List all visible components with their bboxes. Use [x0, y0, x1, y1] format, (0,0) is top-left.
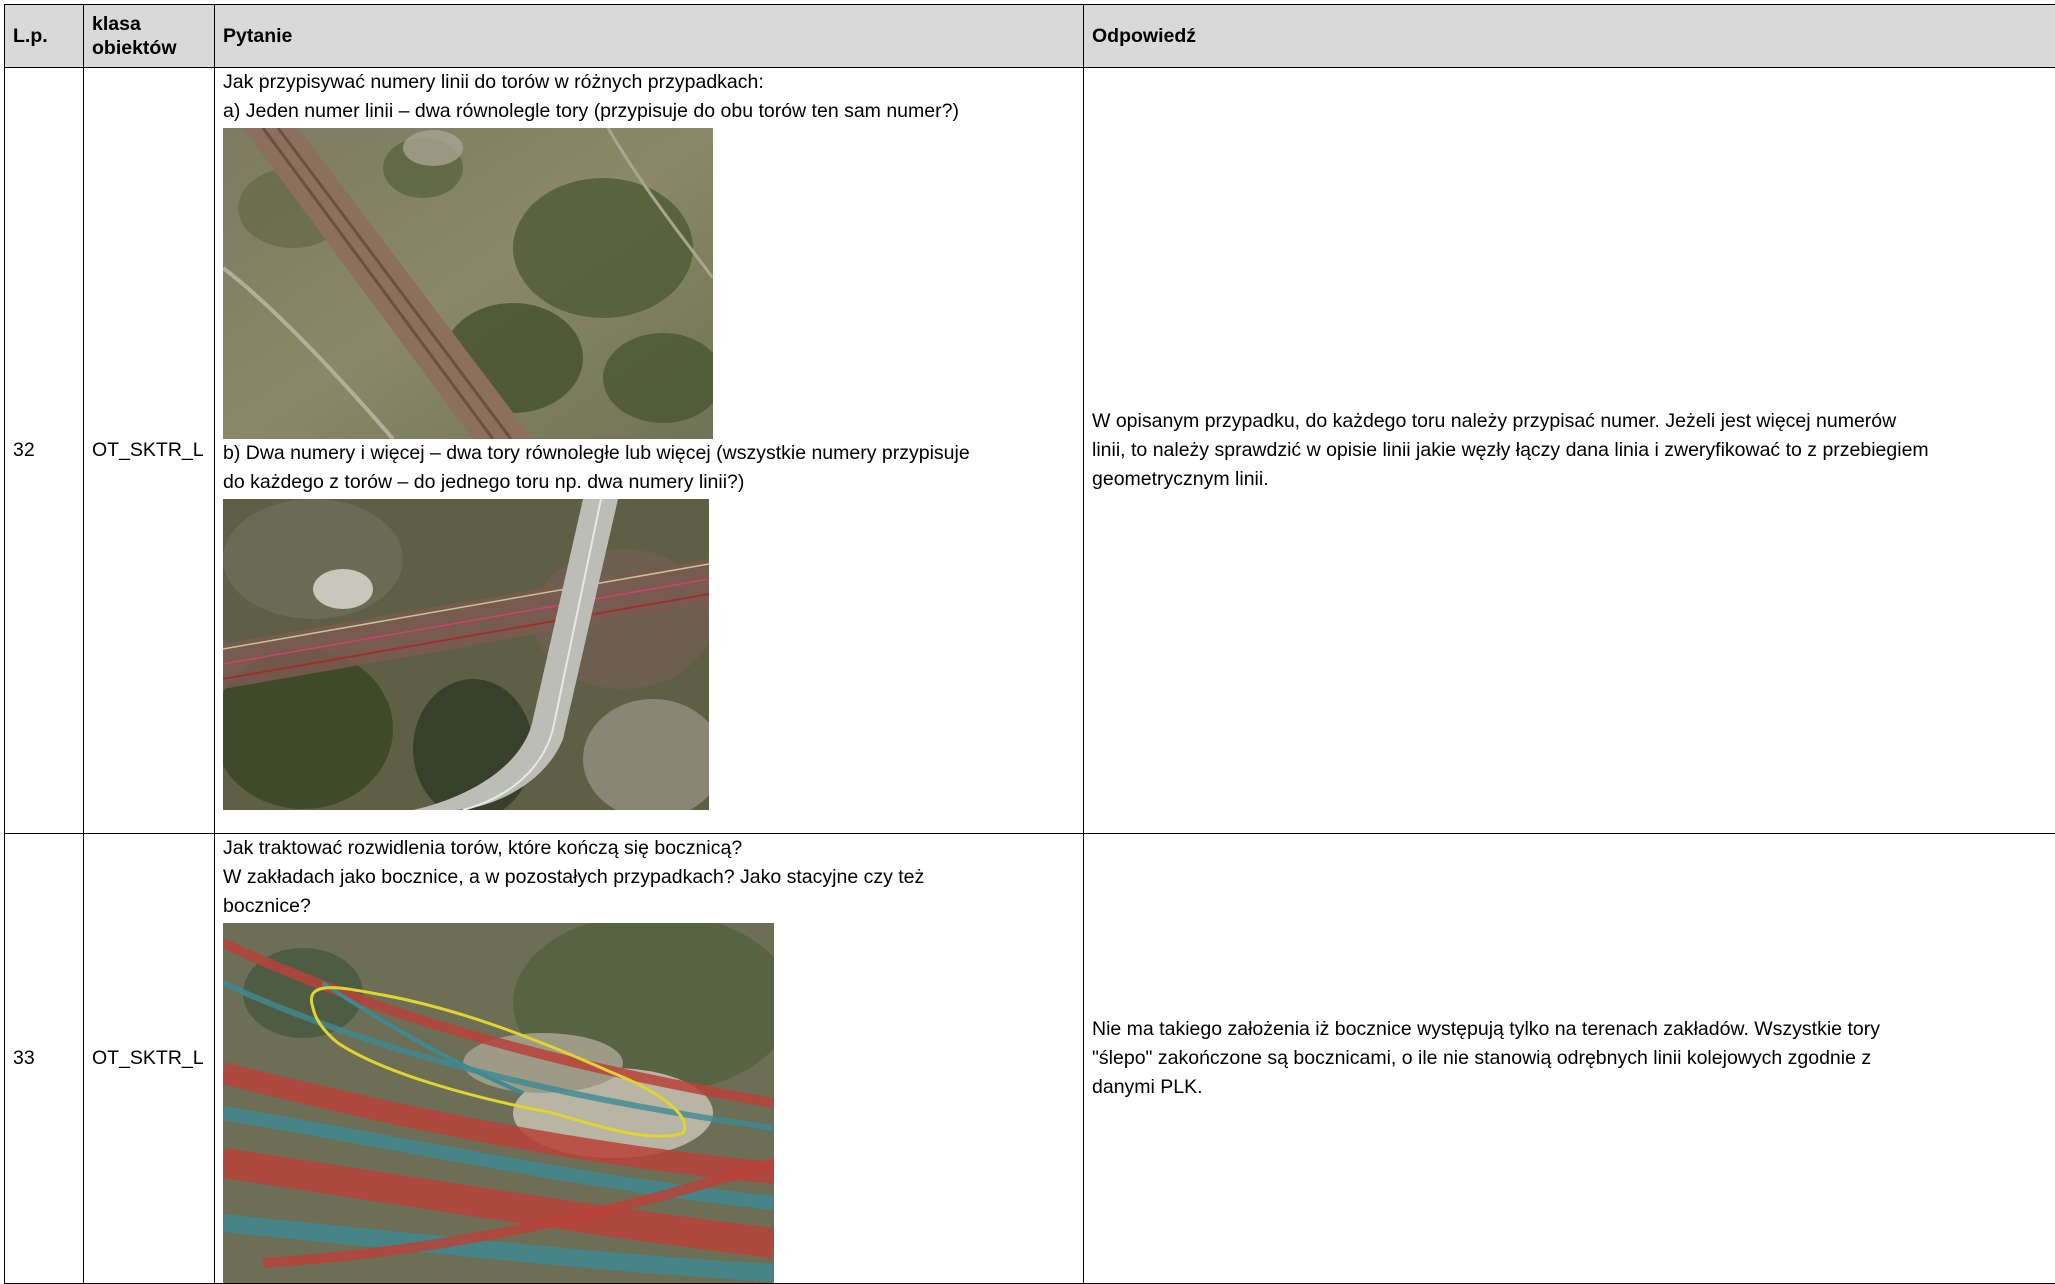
question-line: Jak traktować rozwidlenia torów, które k… — [223, 834, 1075, 863]
question-part-a: a) Jeden numer linii – dwa równolegle to… — [223, 97, 1075, 126]
header-klasa: klasa obiektów — [84, 5, 215, 68]
table-row: 32 OT_SKTR_L Jak przypisywać numery lini… — [5, 68, 2055, 834]
answer-line: Nie ma takiego założenia iż bocznice wys… — [1092, 1015, 2051, 1044]
row-answer: Nie ma takiego założenia iż bocznice wys… — [1084, 834, 2055, 1284]
question-line: bocznice? — [223, 892, 1075, 921]
answer-line: "ślepo" zakończone są bocznicami, o ile … — [1092, 1044, 2051, 1073]
aerial-photo-bridge — [223, 499, 709, 810]
answer-line: danymi PLK. — [1092, 1073, 2051, 1102]
question-part-b-2: do każdego z torów – do jednego toru np.… — [223, 468, 1075, 497]
header-pytanie: Pytanie — [215, 5, 1084, 68]
row-klasa: OT_SKTR_L — [84, 68, 215, 834]
aerial-photo-rail-junction — [223, 923, 774, 1283]
row-answer: W opisanym przypadku, do każdego toru na… — [1084, 68, 2055, 834]
question-line: W zakładach jako bocznice, a w pozostały… — [223, 863, 1075, 892]
faq-table: L.p. klasa obiektów Pytanie Odpowiedź 32… — [4, 4, 2055, 1284]
question-part-b-1: b) Dwa numery i więcej – dwa tory równol… — [223, 439, 1075, 468]
header-lp: L.p. — [5, 5, 84, 68]
table-row: 33 OT_SKTR_L Jak traktować rozwidlenia t… — [5, 834, 2055, 1284]
answer-line: linii, to należy sprawdzić w opisie lini… — [1092, 436, 2051, 465]
row-question: Jak przypisywać numery linii do torów w … — [215, 68, 1084, 834]
row-question: Jak traktować rozwidlenia torów, które k… — [215, 834, 1084, 1284]
header-row: L.p. klasa obiektów Pytanie Odpowiedź — [5, 5, 2055, 68]
question-intro: Jak przypisywać numery linii do torów w … — [223, 68, 1075, 97]
row-lp: 32 — [5, 68, 84, 834]
row-lp: 33 — [5, 834, 84, 1284]
answer-line: geometrycznym linii. — [1092, 465, 2051, 494]
aerial-photo-single-line — [223, 128, 713, 439]
answer-line: W opisanym przypadku, do każdego toru na… — [1092, 407, 2051, 436]
header-odpowiedz: Odpowiedź — [1084, 5, 2055, 68]
row-klasa: OT_SKTR_L — [84, 834, 215, 1284]
